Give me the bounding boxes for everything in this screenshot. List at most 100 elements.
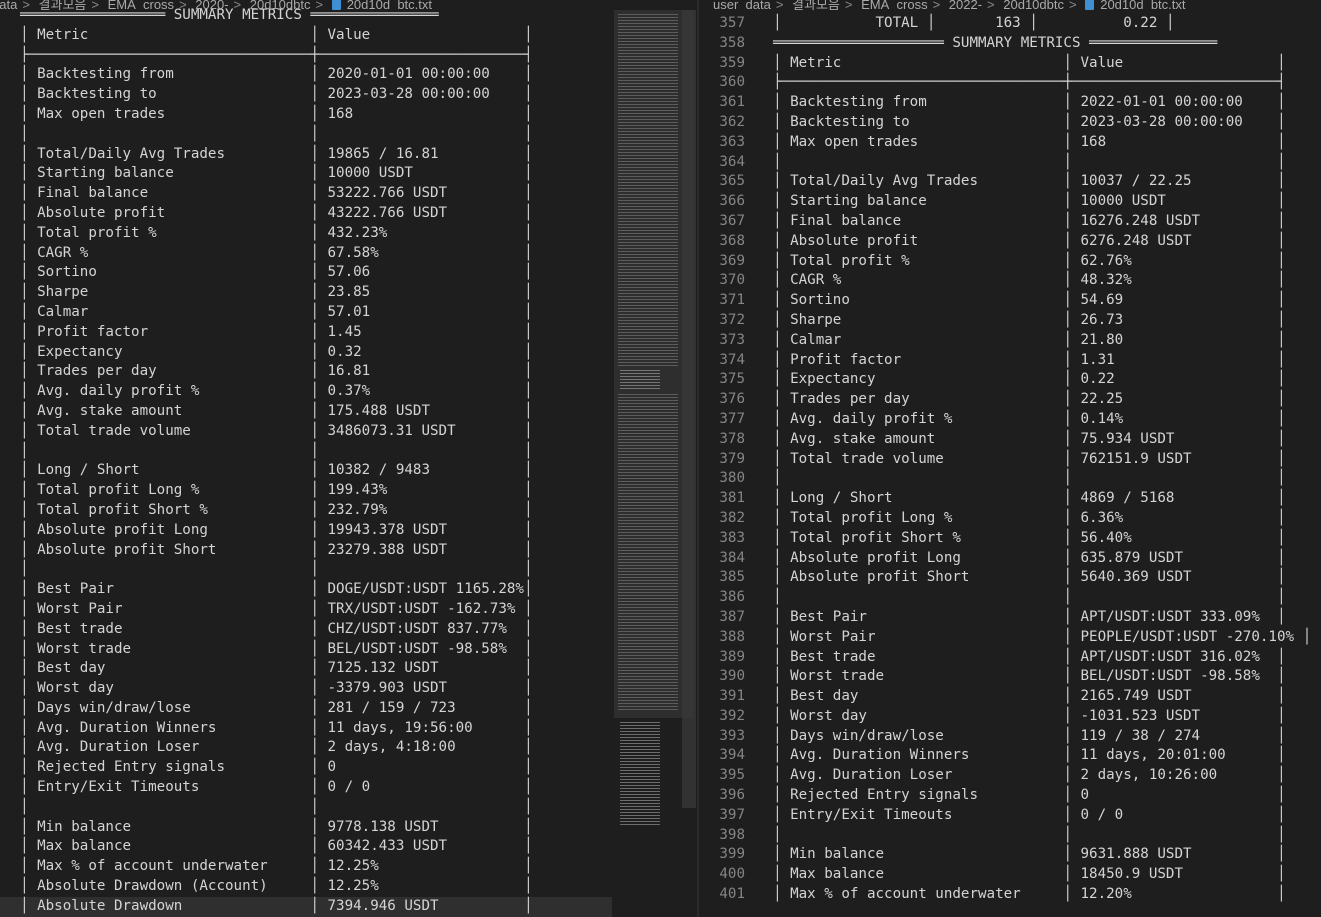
code-line[interactable]: 380 │ │ │: [699, 469, 1321, 489]
code-line[interactable]: │ Days win/draw/lose │ 281 / 159 / 723 │: [0, 699, 612, 719]
code-line[interactable]: │ Total trade volume │ 3486073.31 USDT │: [0, 422, 612, 442]
code-line[interactable]: │ Absolute Drawdown │ 7394.946 USDT │: [0, 896, 612, 917]
code-line[interactable]: │ Absolute profit Short │ 23279.388 USDT…: [0, 541, 612, 561]
code-line[interactable]: │ Min balance │ 9778.138 USDT │: [0, 818, 612, 838]
code-line[interactable]: 394 │ Avg. Duration Winners │ 11 days, 20…: [699, 746, 1321, 766]
scrollbar[interactable]: [682, 10, 696, 808]
code-line[interactable]: │ Expectancy │ 0.32 │: [0, 343, 612, 363]
code-area[interactable]: ═════════════════ SUMMARY METRICS ══════…: [0, 6, 612, 917]
code-line[interactable]: │ Absolute profit Long │ 19943.378 USDT …: [0, 521, 612, 541]
code-line[interactable]: 366 │ Starting balance │ 10000 USDT │: [699, 192, 1321, 212]
code-line[interactable]: │ │ │: [0, 125, 612, 145]
code-line[interactable]: │ Rejected Entry signals │ 0 │: [0, 758, 612, 778]
code-line[interactable]: │ │ │: [0, 798, 612, 818]
code-line[interactable]: │ Best trade │ CHZ/USDT:USDT 837.77% │: [0, 620, 612, 640]
code-line[interactable]: 383 │ Total profit Short % │ 56.40% │: [699, 529, 1321, 549]
code-line[interactable]: │ │ │: [0, 560, 612, 580]
code-line[interactable]: 360 ├─────────────────────────────────┼──…: [699, 73, 1321, 93]
code-line[interactable]: 385 │ Absolute profit Short │ 5640.369 US…: [699, 568, 1321, 588]
code-line[interactable]: 386 │ │ │: [699, 588, 1321, 608]
code-area[interactable]: 357 │ TOTAL │ 163 │ 0.22 │ 358 ════════════…: [699, 14, 1321, 905]
code-line[interactable]: 395 │ Avg. Duration Loser │ 2 days, 10:26…: [699, 766, 1321, 786]
code-line[interactable]: 388 │ Worst Pair │ PEOPLE/USDT:USDT -270.…: [699, 628, 1321, 648]
code-line[interactable]: │ Max open trades │ 168 │: [0, 105, 612, 125]
breadcrumb-item[interactable]: EMA_cross: [861, 0, 927, 10]
code-line[interactable]: 370 │ CAGR % │ 48.32% │: [699, 271, 1321, 291]
code-line[interactable]: 397 │ Entry/Exit Timeouts │ 0 / 0 │: [699, 806, 1321, 826]
code-line[interactable]: 377 │ Avg. daily profit % │ 0.14% │: [699, 410, 1321, 430]
code-line[interactable]: 362 │ Backtesting to │ 2023-03-28 00:00:0…: [699, 113, 1321, 133]
code-line[interactable]: │ Max balance │ 60342.433 USDT │: [0, 837, 612, 857]
code-line[interactable]: │ Backtesting to │ 2023-03-28 00:00:00 │: [0, 85, 612, 105]
code-line[interactable]: 368 │ Absolute profit │ 6276.248 USDT │: [699, 232, 1321, 252]
code-line[interactable]: 374 │ Profit factor │ 1.31 │: [699, 351, 1321, 371]
code-line[interactable]: 367 │ Final balance │ 16276.248 USDT │: [699, 212, 1321, 232]
breadcrumb-file[interactable]: 20d10d_btc.txt: [347, 0, 432, 10]
editor-pane-left[interactable]: data> 결과모음> EMA_cross> 2020-> 20d10dbtc>…: [0, 0, 612, 917]
code-line[interactable]: 358 ════════════════════ SUMMARY METRICS …: [699, 34, 1321, 54]
code-line[interactable]: 396 │ Rejected Entry signals │ 0 │: [699, 786, 1321, 806]
code-line[interactable]: 363 │ Max open trades │ 168 │: [699, 133, 1321, 153]
code-line[interactable]: │ Worst Pair │ TRX/USDT:USDT -162.73% │: [0, 600, 612, 620]
code-line[interactable]: 384 │ Absolute profit Long │ 635.879 USDT…: [699, 549, 1321, 569]
code-line[interactable]: │ Long / Short │ 10382 / 9483 │: [0, 461, 612, 481]
code-line[interactable]: │ Entry/Exit Timeouts │ 0 / 0 │: [0, 778, 612, 798]
code-line[interactable]: │ Absolute profit │ 43222.766 USDT │: [0, 204, 612, 224]
code-line[interactable]: 371 │ Sortino │ 54.69 │: [699, 291, 1321, 311]
code-line[interactable]: 372 │ Sharpe │ 26.73 │: [699, 311, 1321, 331]
code-line[interactable]: 399 │ Min balance │ 9631.888 USDT │: [699, 845, 1321, 865]
code-line[interactable]: │ Backtesting from │ 2020-01-01 00:00:00…: [0, 65, 612, 85]
code-line[interactable]: │ Absolute Drawdown (Account) │ 12.25% │: [0, 877, 612, 897]
code-line[interactable]: 364 │ │ │: [699, 153, 1321, 173]
code-line[interactable]: │ Sharpe │ 23.85 │: [0, 283, 612, 303]
code-line[interactable]: │ Avg. Duration Winners │ 11 days, 19:56…: [0, 719, 612, 739]
code-line[interactable]: 401 │ Max % of account underwater │ 12.20…: [699, 885, 1321, 905]
code-line[interactable]: │ Worst day │ -3379.903 USDT │: [0, 679, 612, 699]
code-line[interactable]: │ Best Pair │ DOGE/USDT:USDT 1165.28%│: [0, 580, 612, 600]
code-line[interactable]: │ CAGR % │ 67.58% │: [0, 244, 612, 264]
code-line[interactable]: │ Worst trade │ BEL/USDT:USDT -98.58% │: [0, 640, 612, 660]
code-line[interactable]: │ Starting balance │ 10000 USDT │: [0, 164, 612, 184]
code-line[interactable]: 365 │ Total/Daily Avg Trades │ 10037 / 22…: [699, 172, 1321, 192]
code-line[interactable]: │ Avg. stake amount │ 175.488 USDT │: [0, 402, 612, 422]
code-line[interactable]: 381 │ Long / Short │ 4869 / 5168 │: [699, 489, 1321, 509]
code-line[interactable]: │ Sortino │ 57.06 │: [0, 263, 612, 283]
code-line[interactable]: │ Calmar │ 57.01 │: [0, 303, 612, 323]
code-line[interactable]: 398 │ │ │: [699, 826, 1321, 846]
editor-pane-right[interactable]: user_data > 결과모음 > EMA_cross > 2022- > 20d10…: [699, 0, 1321, 917]
code-line[interactable]: 392 │ Worst day │ -1031.523 USDT │: [699, 707, 1321, 727]
code-line[interactable]: 389 │ Best trade │ APT/USDT:USDT 316.02% …: [699, 648, 1321, 668]
code-line[interactable]: 400 │ Max balance │ 18450.9 USDT │: [699, 865, 1321, 885]
code-line[interactable]: 390 │ Worst trade │ BEL/USDT:USDT -98.58%…: [699, 667, 1321, 687]
breadcrumb-item[interactable]: user_data: [713, 0, 771, 10]
code-line[interactable]: 382 │ Total profit Long % │ 6.36% │: [699, 509, 1321, 529]
breadcrumb-file[interactable]: 20d10d_btc.txt: [1100, 0, 1185, 10]
code-line[interactable]: 393 │ Days win/draw/lose │ 119 / 38 / 274…: [699, 727, 1321, 747]
code-line[interactable]: │ Best day │ 7125.132 USDT │: [0, 659, 612, 679]
code-line[interactable]: 379 │ Total trade volume │ 762151.9 USDT …: [699, 450, 1321, 470]
code-line[interactable]: │ Metric │ Value │: [0, 26, 612, 46]
minimap[interactable]: [612, 10, 698, 917]
code-line[interactable]: │ Total profit % │ 432.23% │: [0, 224, 612, 244]
breadcrumb-item[interactable]: data: [0, 0, 17, 10]
breadcrumb-item[interactable]: 20d10dbtc: [250, 0, 311, 10]
code-line[interactable]: │ Max % of account underwater │ 12.25% │: [0, 857, 612, 877]
code-line[interactable]: │ Avg. Duration Loser │ 2 days, 4:18:00 …: [0, 738, 612, 758]
code-line[interactable]: │ Total profit Short % │ 232.79% │: [0, 501, 612, 521]
breadcrumb-item[interactable]: 결과모음: [39, 0, 87, 10]
code-line[interactable]: │ Profit factor │ 1.45 │: [0, 323, 612, 343]
code-line[interactable]: 361 │ Backtesting from │ 2022-01-01 00:00…: [699, 93, 1321, 113]
code-line[interactable]: 359 │ Metric │ Value │: [699, 54, 1321, 74]
code-line[interactable]: 391 │ Best day │ 2165.749 USDT │: [699, 687, 1321, 707]
code-line[interactable]: │ Trades per day │ 16.81 │: [0, 362, 612, 382]
breadcrumb-item[interactable]: 결과모음: [792, 0, 840, 10]
code-line[interactable]: │ Avg. daily profit % │ 0.37% │: [0, 382, 612, 402]
code-line[interactable]: 378 │ Avg. stake amount │ 75.934 USDT │: [699, 430, 1321, 450]
code-line[interactable]: 373 │ Calmar │ 21.80 │: [699, 331, 1321, 351]
code-line[interactable]: 369 │ Total profit % │ 62.76% │: [699, 252, 1321, 272]
code-line[interactable]: │ │ │: [0, 442, 612, 462]
breadcrumb-item[interactable]: 20d10dbtc: [1003, 0, 1064, 10]
code-line[interactable]: │ Total profit Long % │ 199.43% │: [0, 481, 612, 501]
code-line[interactable]: │ Final balance │ 53222.766 USDT │: [0, 184, 612, 204]
code-line[interactable]: │ Total/Daily Avg Trades │ 19865 / 16.81…: [0, 145, 612, 165]
